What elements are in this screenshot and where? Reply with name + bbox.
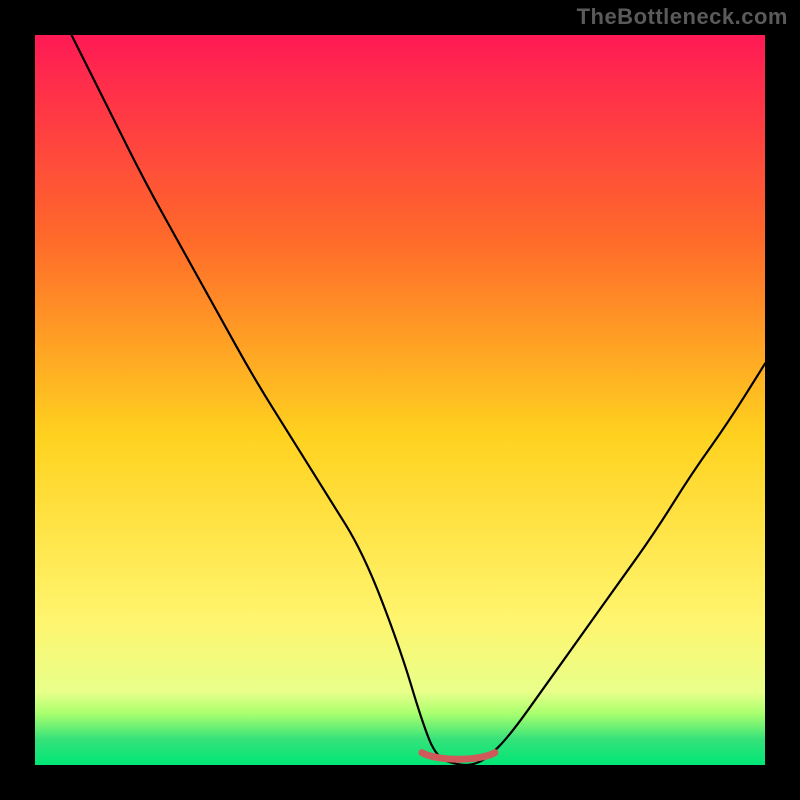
bottleneck-curve: [72, 35, 766, 765]
chart-frame: TheBottleneck.com: [0, 0, 800, 800]
bottleneck-curve-layer: [35, 35, 765, 765]
watermark-text: TheBottleneck.com: [577, 4, 788, 30]
plot-area: [35, 35, 765, 765]
optimum-marker: [422, 753, 495, 760]
